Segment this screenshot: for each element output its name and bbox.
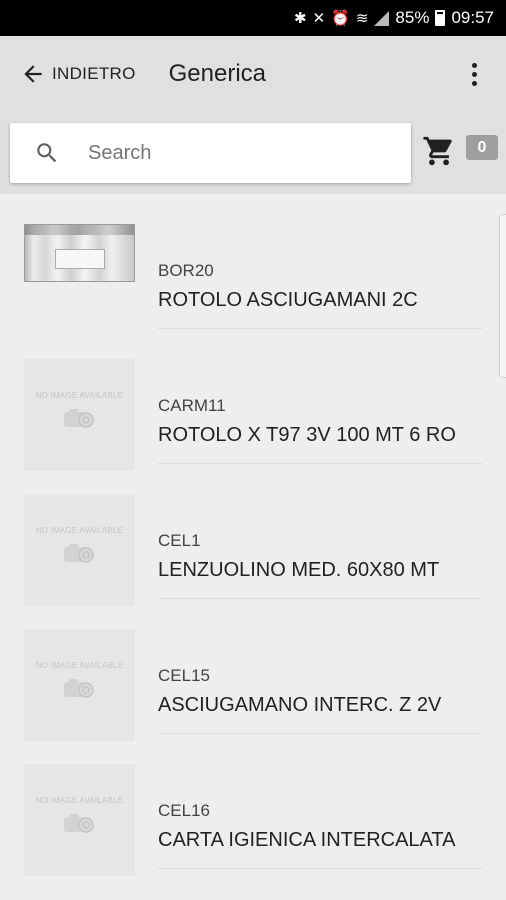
search-box[interactable] [10, 123, 411, 183]
list-item[interactable]: BOR20 ROTOLO ASCIUGAMANI 2C [0, 194, 500, 329]
product-name: ASCIUGAMANO INTERC. Z 2V [158, 694, 442, 716]
battery-icon [435, 10, 446, 26]
more-options-icon[interactable] [462, 58, 486, 90]
list-item[interactable]: NO IMAGE AVAILABLE CEL1 LENZUOLINO MED. … [0, 464, 500, 606]
camera-icon [64, 544, 94, 563]
camera-icon [64, 409, 94, 428]
no-image-text: NO IMAGE AVAILABLE [35, 661, 124, 670]
cart-button[interactable] [422, 134, 458, 170]
no-image-placeholder: NO IMAGE AVAILABLE [24, 494, 135, 606]
no-image-text: NO IMAGE AVAILABLE [35, 391, 124, 400]
shopping-cart-icon [423, 136, 452, 166]
list-item[interactable]: NO IMAGE AVAILABLE CARM11 ROTOLO X T97 3… [0, 329, 500, 471]
status-bar: ✱ ✕ ⏰ ≋ 85% 09:57 [0, 0, 506, 36]
mute-icon: ✕ [312, 9, 326, 27]
search-icon [37, 143, 57, 163]
no-image-placeholder: NO IMAGE AVAILABLE [24, 359, 135, 471]
camera-icon [64, 679, 94, 698]
back-button[interactable]: INDIETRO [20, 54, 136, 94]
divider [158, 868, 482, 869]
product-code: CEL1 [158, 531, 201, 550]
product-name: ROTOLO X T97 3V 100 MT 6 RO [158, 424, 456, 446]
list-item[interactable]: NO IMAGE AVAILABLE CEL15 ASCIUGAMANO INT… [0, 599, 500, 741]
alarm-icon: ⏰ [331, 9, 350, 27]
no-image-placeholder: NO IMAGE AVAILABLE [24, 764, 135, 876]
clock: 09:57 [451, 8, 494, 27]
search-input[interactable] [88, 141, 368, 165]
back-label: INDIETRO [52, 64, 136, 83]
list-item[interactable]: NO IMAGE AVAILABLE CEL16 CARTA IGIENICA … [0, 734, 500, 876]
product-name: CARTA IGIENICA INTERCALATA [158, 829, 456, 851]
app-bar: INDIETRO Generica [0, 36, 506, 112]
signal-icon [374, 10, 390, 26]
bluetooth-icon: ✱ [294, 9, 307, 27]
search-bar-area: 0 [0, 112, 506, 194]
battery-percent: 85% [395, 8, 430, 27]
product-list[interactable]: BOR20 ROTOLO ASCIUGAMANI 2C NO IMAGE AVA… [0, 194, 506, 900]
product-code: CEL16 [158, 801, 210, 820]
cart-count-badge: 0 [466, 135, 498, 160]
scrollbar[interactable] [499, 214, 506, 378]
wifi-icon: ≋ [355, 9, 369, 27]
page-title: Generica [168, 60, 267, 87]
no-image-text: NO IMAGE AVAILABLE [35, 526, 124, 535]
arrow-back-icon [24, 65, 42, 83]
product-code: CARM11 [158, 396, 226, 415]
product-image [24, 224, 135, 282]
camera-icon [64, 814, 94, 833]
no-image-placeholder: NO IMAGE AVAILABLE [24, 629, 135, 741]
product-code: BOR20 [158, 261, 214, 280]
product-code: CEL15 [158, 666, 210, 685]
no-image-text: NO IMAGE AVAILABLE [35, 796, 124, 805]
product-name: ROTOLO ASCIUGAMANI 2C [158, 289, 418, 311]
product-name: LENZUOLINO MED. 60X80 MT [158, 559, 440, 581]
